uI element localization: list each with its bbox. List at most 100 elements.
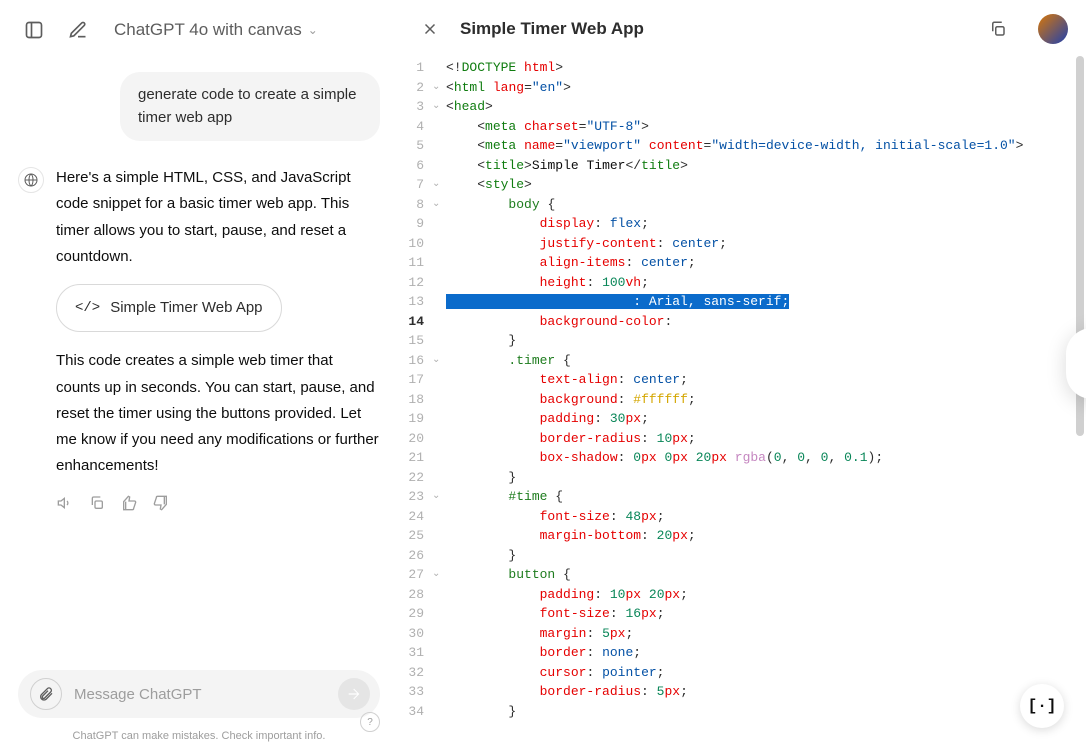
code-line[interactable]: 27⌄ button { <box>398 565 1086 585</box>
code-line[interactable]: 25 margin-bottom: 20px; <box>398 526 1086 546</box>
code-text[interactable]: <title>Simple Timer</title> <box>446 156 1086 176</box>
code-text[interactable]: } <box>446 546 1086 566</box>
code-line[interactable]: 18 background: #ffffff; <box>398 390 1086 410</box>
code-text[interactable]: } <box>446 331 1086 351</box>
code-line[interactable]: 6 <title>Simple Timer</title> <box>398 156 1086 176</box>
code-line[interactable]: 7⌄ <style> <box>398 175 1086 195</box>
canvas-actions-fab[interactable]: [·] <box>1020 684 1064 728</box>
code-line[interactable]: 29 font-size: 16px; <box>398 604 1086 624</box>
code-line[interactable]: 21 box-shadow: 0px 0px 20px rgba(0, 0, 0… <box>398 448 1086 468</box>
code-text[interactable]: display: flex; <box>446 214 1086 234</box>
code-editor[interactable]: 1<!DOCTYPE html>2⌄<html lang="en">3⌄<hea… <box>398 54 1086 750</box>
model-selector[interactable]: ChatGPT 4o with canvas ⌄ <box>106 16 326 44</box>
code-line[interactable]: 33 border-radius: 5px; <box>398 682 1086 702</box>
code-line[interactable]: 10 justify-content: center; <box>398 234 1086 254</box>
code-line[interactable]: 19 padding: 30px; <box>398 409 1086 429</box>
fold-icon <box>432 643 446 663</box>
code-text[interactable]: body { <box>446 195 1086 215</box>
code-text[interactable]: height: 100vh; <box>446 273 1086 293</box>
line-number: 33 <box>398 682 432 702</box>
canvas-reference-link[interactable]: </> Simple Timer Web App <box>56 284 282 332</box>
code-text[interactable]: <html lang="en"> <box>446 78 1086 98</box>
code-text[interactable]: .timer { <box>446 351 1086 371</box>
code-text[interactable]: <style> <box>446 175 1086 195</box>
fold-icon[interactable]: ⌄ <box>432 195 446 215</box>
code-text[interactable]: font-size: 48px; <box>446 507 1086 527</box>
line-number: 31 <box>398 643 432 663</box>
message-input[interactable] <box>62 686 338 703</box>
code-line[interactable]: 11 align-items: center; <box>398 253 1086 273</box>
code-text[interactable]: : Arial, sans-serif; <box>446 292 1086 312</box>
code-line[interactable]: 28 padding: 10px 20px; <box>398 585 1086 605</box>
thumbs-down-icon[interactable] <box>152 494 170 512</box>
code-text[interactable]: border: none; <box>446 643 1086 663</box>
code-text[interactable]: text-align: center; <box>446 370 1086 390</box>
code-line[interactable]: 30 margin: 5px; <box>398 624 1086 644</box>
copy-icon[interactable] <box>88 494 106 512</box>
line-number: 34 <box>398 702 432 722</box>
conversation-area[interactable]: generate code to create a simple timer w… <box>0 56 398 660</box>
code-text[interactable]: border-radius: 5px; <box>446 682 1086 702</box>
user-message: generate code to create a simple timer w… <box>18 72 380 141</box>
fold-icon[interactable]: ⌄ <box>432 175 446 195</box>
fold-icon[interactable]: ⌄ <box>432 97 446 117</box>
code-text[interactable]: } <box>446 468 1086 488</box>
code-line[interactable]: 3⌄<head> <box>398 97 1086 117</box>
code-text[interactable]: font-size: 16px; <box>446 604 1086 624</box>
code-text[interactable]: padding: 30px; <box>446 409 1086 429</box>
sidebar-toggle-icon[interactable] <box>18 14 50 46</box>
code-line[interactable]: 17 text-align: center; <box>398 370 1086 390</box>
code-text[interactable]: padding: 10px 20px; <box>446 585 1086 605</box>
code-line[interactable]: 22 } <box>398 468 1086 488</box>
thumbs-up-icon[interactable] <box>120 494 138 512</box>
code-line[interactable]: 14 background-color: <box>398 312 1086 332</box>
copy-code-button[interactable] <box>984 15 1012 43</box>
read-aloud-icon[interactable] <box>56 494 74 512</box>
fold-icon[interactable]: ⌄ <box>432 487 446 507</box>
help-button[interactable]: ? <box>360 712 380 732</box>
code-line[interactable]: 31 border: none; <box>398 643 1086 663</box>
code-line[interactable]: 23⌄ #time { <box>398 487 1086 507</box>
code-line[interactable]: 24 font-size: 48px; <box>398 507 1086 527</box>
line-number: 6 <box>398 156 432 176</box>
code-line[interactable]: 20 border-radius: 10px; <box>398 429 1086 449</box>
code-text[interactable]: button { <box>446 565 1086 585</box>
close-canvas-button[interactable] <box>416 15 444 43</box>
fold-icon[interactable]: ⌄ <box>432 351 446 371</box>
code-text[interactable]: background: #ffffff; <box>446 390 1086 410</box>
attach-button[interactable] <box>30 678 62 710</box>
code-line[interactable]: 34 } <box>398 702 1086 722</box>
scrollbar[interactable] <box>1076 56 1084 750</box>
code-line[interactable]: 16⌄ .timer { <box>398 351 1086 371</box>
code-line[interactable]: 26 } <box>398 546 1086 566</box>
user-avatar[interactable] <box>1038 14 1068 44</box>
code-text[interactable]: <!DOCTYPE html> <box>446 58 1086 78</box>
code-text[interactable]: justify-content: center; <box>446 234 1086 254</box>
fold-icon[interactable]: ⌄ <box>432 565 446 585</box>
code-line[interactable]: 9 display: flex; <box>398 214 1086 234</box>
code-line[interactable]: 8⌄ body { <box>398 195 1086 215</box>
new-chat-icon[interactable] <box>62 14 94 46</box>
code-line[interactable]: 12 height: 100vh; <box>398 273 1086 293</box>
code-text[interactable]: <meta name="viewport" content="width=dev… <box>446 136 1086 156</box>
code-line[interactable]: 4 <meta charset="UTF-8"> <box>398 117 1086 137</box>
fold-icon[interactable]: ⌄ <box>432 78 446 98</box>
code-line[interactable]: 1<!DOCTYPE html> <box>398 58 1086 78</box>
code-line[interactable]: 13 : Arial, sans-serif; <box>398 292 1086 312</box>
code-text[interactable]: box-shadow: 0px 0px 20px rgba(0, 0, 0, 0… <box>446 448 1086 468</box>
code-text[interactable]: border-radius: 10px; <box>446 429 1086 449</box>
code-text[interactable]: <meta charset="UTF-8"> <box>446 117 1086 137</box>
code-text[interactable]: <head> <box>446 97 1086 117</box>
code-line[interactable]: 2⌄<html lang="en"> <box>398 78 1086 98</box>
code-line[interactable]: 15 } <box>398 331 1086 351</box>
code-line[interactable]: 32 cursor: pointer; <box>398 663 1086 683</box>
send-button[interactable] <box>338 678 370 710</box>
code-text[interactable]: margin: 5px; <box>446 624 1086 644</box>
code-text[interactable]: margin-bottom: 20px; <box>446 526 1086 546</box>
code-text[interactable]: cursor: pointer; <box>446 663 1086 683</box>
code-text[interactable]: background-color: <box>446 312 1086 332</box>
code-line[interactable]: 5 <meta name="viewport" content="width=d… <box>398 136 1086 156</box>
code-text[interactable]: #time { <box>446 487 1086 507</box>
code-text[interactable]: } <box>446 702 1086 722</box>
code-text[interactable]: align-items: center; <box>446 253 1086 273</box>
